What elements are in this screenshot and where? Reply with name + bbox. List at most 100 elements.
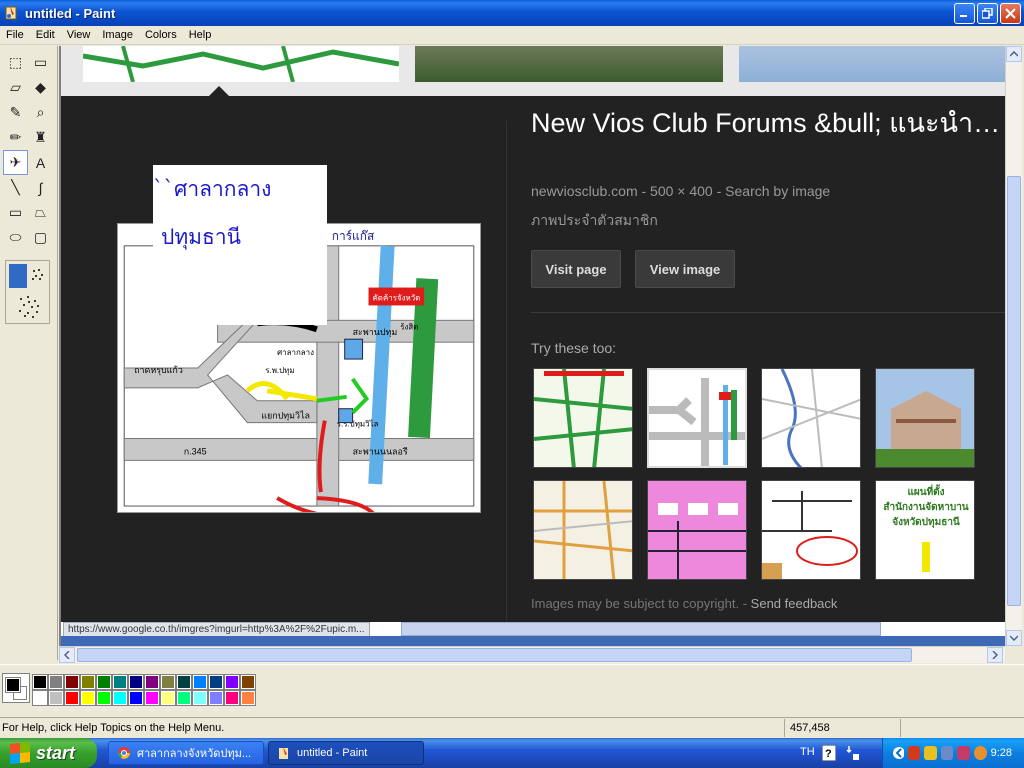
- color-swatch[interactable]: [224, 674, 240, 690]
- taskbar-chrome-window[interactable]: ศาลากลางจังหวัดปทุม...: [108, 741, 264, 765]
- color-swatch[interactable]: [48, 690, 64, 706]
- tool-select[interactable]: ▭: [28, 50, 53, 75]
- help-icon[interactable]: ?: [822, 745, 836, 761]
- color-swatch[interactable]: [96, 690, 112, 706]
- drawing-canvas[interactable]: คัดค้ารจังหวัด การ์แก๊ส ถาดหรุบแก้ว ก.34…: [61, 46, 1005, 646]
- horizontal-scrollbar[interactable]: [59, 646, 1005, 663]
- foreground-color[interactable]: [5, 677, 21, 693]
- clock[interactable]: 9:28: [991, 747, 1012, 759]
- color-swatch[interactable]: [144, 674, 160, 690]
- tool-options[interactable]: [5, 260, 50, 324]
- tool-curve[interactable]: ∫: [28, 175, 53, 200]
- text-box[interactable]: ``ศาลากลาง ปทุมธานี: [153, 165, 327, 325]
- vertical-scrollbar[interactable]: [1005, 46, 1022, 646]
- strip-map-image: [83, 46, 399, 82]
- start-button[interactable]: start: [0, 738, 97, 768]
- maximize-button[interactable]: [977, 3, 998, 24]
- color-swatch[interactable]: [160, 674, 176, 690]
- related-image-7[interactable]: [761, 480, 861, 580]
- tool-fill-with-color[interactable]: ◆: [28, 75, 53, 100]
- color-swatch[interactable]: [192, 674, 208, 690]
- close-button[interactable]: [1000, 3, 1021, 24]
- color-swatch[interactable]: [64, 690, 80, 706]
- tray-app-icon-2[interactable]: [974, 746, 987, 760]
- tool-airbrush[interactable]: ✈: [3, 150, 28, 175]
- airbrush-large-icon[interactable]: [16, 294, 42, 320]
- tool-text[interactable]: A: [28, 150, 53, 175]
- color-swatch[interactable]: [160, 690, 176, 706]
- color-swatch[interactable]: [80, 690, 96, 706]
- color-swatch[interactable]: [240, 674, 256, 690]
- tool-pencil[interactable]: ✏: [3, 125, 28, 150]
- related-image-5[interactable]: [533, 480, 633, 580]
- view-image-button[interactable]: View image: [635, 250, 735, 288]
- color-swatch[interactable]: [128, 690, 144, 706]
- related-image-1[interactable]: [533, 368, 633, 468]
- antivirus-icon[interactable]: [907, 746, 921, 760]
- menu-file[interactable]: File: [0, 29, 30, 41]
- color-swatch[interactable]: [112, 690, 128, 706]
- menu-view[interactable]: View: [61, 29, 97, 41]
- send-feedback-link[interactable]: Send feedback: [751, 596, 838, 611]
- color-swatch[interactable]: [96, 674, 112, 690]
- related-image-2[interactable]: [647, 368, 747, 468]
- taskbar: start ศาลากลางจังหวัดปทุม... untitled - …: [0, 738, 1024, 768]
- color-swatch[interactable]: [32, 674, 48, 690]
- menu-help[interactable]: Help: [183, 29, 218, 41]
- brush-icon: ♜: [34, 129, 47, 145]
- related-image-3[interactable]: [761, 368, 861, 468]
- color-swatch[interactable]: [208, 674, 224, 690]
- color-swatch[interactable]: [48, 674, 64, 690]
- tool-eraser[interactable]: ▱: [3, 75, 28, 100]
- tool-polygon[interactable]: ⏢: [28, 200, 53, 225]
- visit-page-button[interactable]: Visit page: [531, 250, 621, 288]
- scroll-left-button[interactable]: [59, 647, 75, 663]
- scroll-right-button[interactable]: [987, 647, 1003, 663]
- tool-rounded-rectangle[interactable]: ▢: [28, 225, 53, 250]
- color-swatch[interactable]: [176, 674, 192, 690]
- menu-image[interactable]: Image: [96, 29, 139, 41]
- input-settings-icon[interactable]: [846, 744, 860, 762]
- tool-pick-color[interactable]: ✎: [3, 100, 28, 125]
- color-swatch[interactable]: [64, 674, 80, 690]
- start-label: start: [36, 742, 76, 763]
- color-swatch[interactable]: [240, 690, 256, 706]
- related-image-4[interactable]: [875, 368, 975, 468]
- show-hidden-icons-chevron-icon[interactable]: [893, 746, 904, 760]
- related-image-6[interactable]: [647, 480, 747, 580]
- brush-size-selected[interactable]: [9, 264, 27, 288]
- horizontal-scroll-thumb[interactable]: [77, 648, 912, 662]
- current-colors[interactable]: [2, 673, 30, 703]
- color-swatch[interactable]: [80, 674, 96, 690]
- color-swatch[interactable]: [128, 674, 144, 690]
- airbrush-small-icon[interactable]: [30, 267, 46, 283]
- network-icon[interactable]: [940, 746, 954, 760]
- tool-line[interactable]: ╲: [3, 175, 28, 200]
- color-swatch[interactable]: [176, 690, 192, 706]
- scroll-up-button[interactable]: [1006, 46, 1022, 62]
- vertical-scroll-thumb[interactable]: [1007, 176, 1021, 606]
- scroll-down-button[interactable]: [1006, 630, 1022, 646]
- color-swatch[interactable]: [208, 690, 224, 706]
- related-image-8[interactable]: แผนที่ตั้ง สำนักงานจัดหาบาน จังหวัดปทุมธ…: [875, 480, 975, 580]
- line-icon: ╲: [11, 179, 20, 195]
- color-swatch[interactable]: [192, 690, 208, 706]
- menu-edit[interactable]: Edit: [30, 29, 61, 41]
- tray-app-icon[interactable]: [957, 746, 971, 760]
- color-swatch[interactable]: [144, 690, 160, 706]
- security-shield-icon[interactable]: [924, 746, 937, 760]
- color-swatch[interactable]: [32, 690, 48, 706]
- color-swatch[interactable]: [112, 674, 128, 690]
- color-swatch[interactable]: [224, 690, 240, 706]
- menu-colors[interactable]: Colors: [139, 29, 183, 41]
- minimize-button[interactable]: [954, 3, 975, 24]
- tool-rectangle[interactable]: ▭: [3, 200, 28, 225]
- tool-brush[interactable]: ♜: [28, 125, 53, 150]
- tool-magnifier[interactable]: ⌕: [28, 100, 53, 125]
- language-indicator[interactable]: TH: [800, 746, 815, 758]
- taskbar-paint-window[interactable]: untitled - Paint: [268, 741, 424, 765]
- result-title[interactable]: New Vios Club Forums &bull; แนะนำ…: [531, 101, 1005, 144]
- tool-free-form-select[interactable]: ⬚: [3, 50, 28, 75]
- airbrush-icon: ✈: [9, 154, 22, 170]
- tool-ellipse[interactable]: ⬭: [3, 225, 28, 250]
